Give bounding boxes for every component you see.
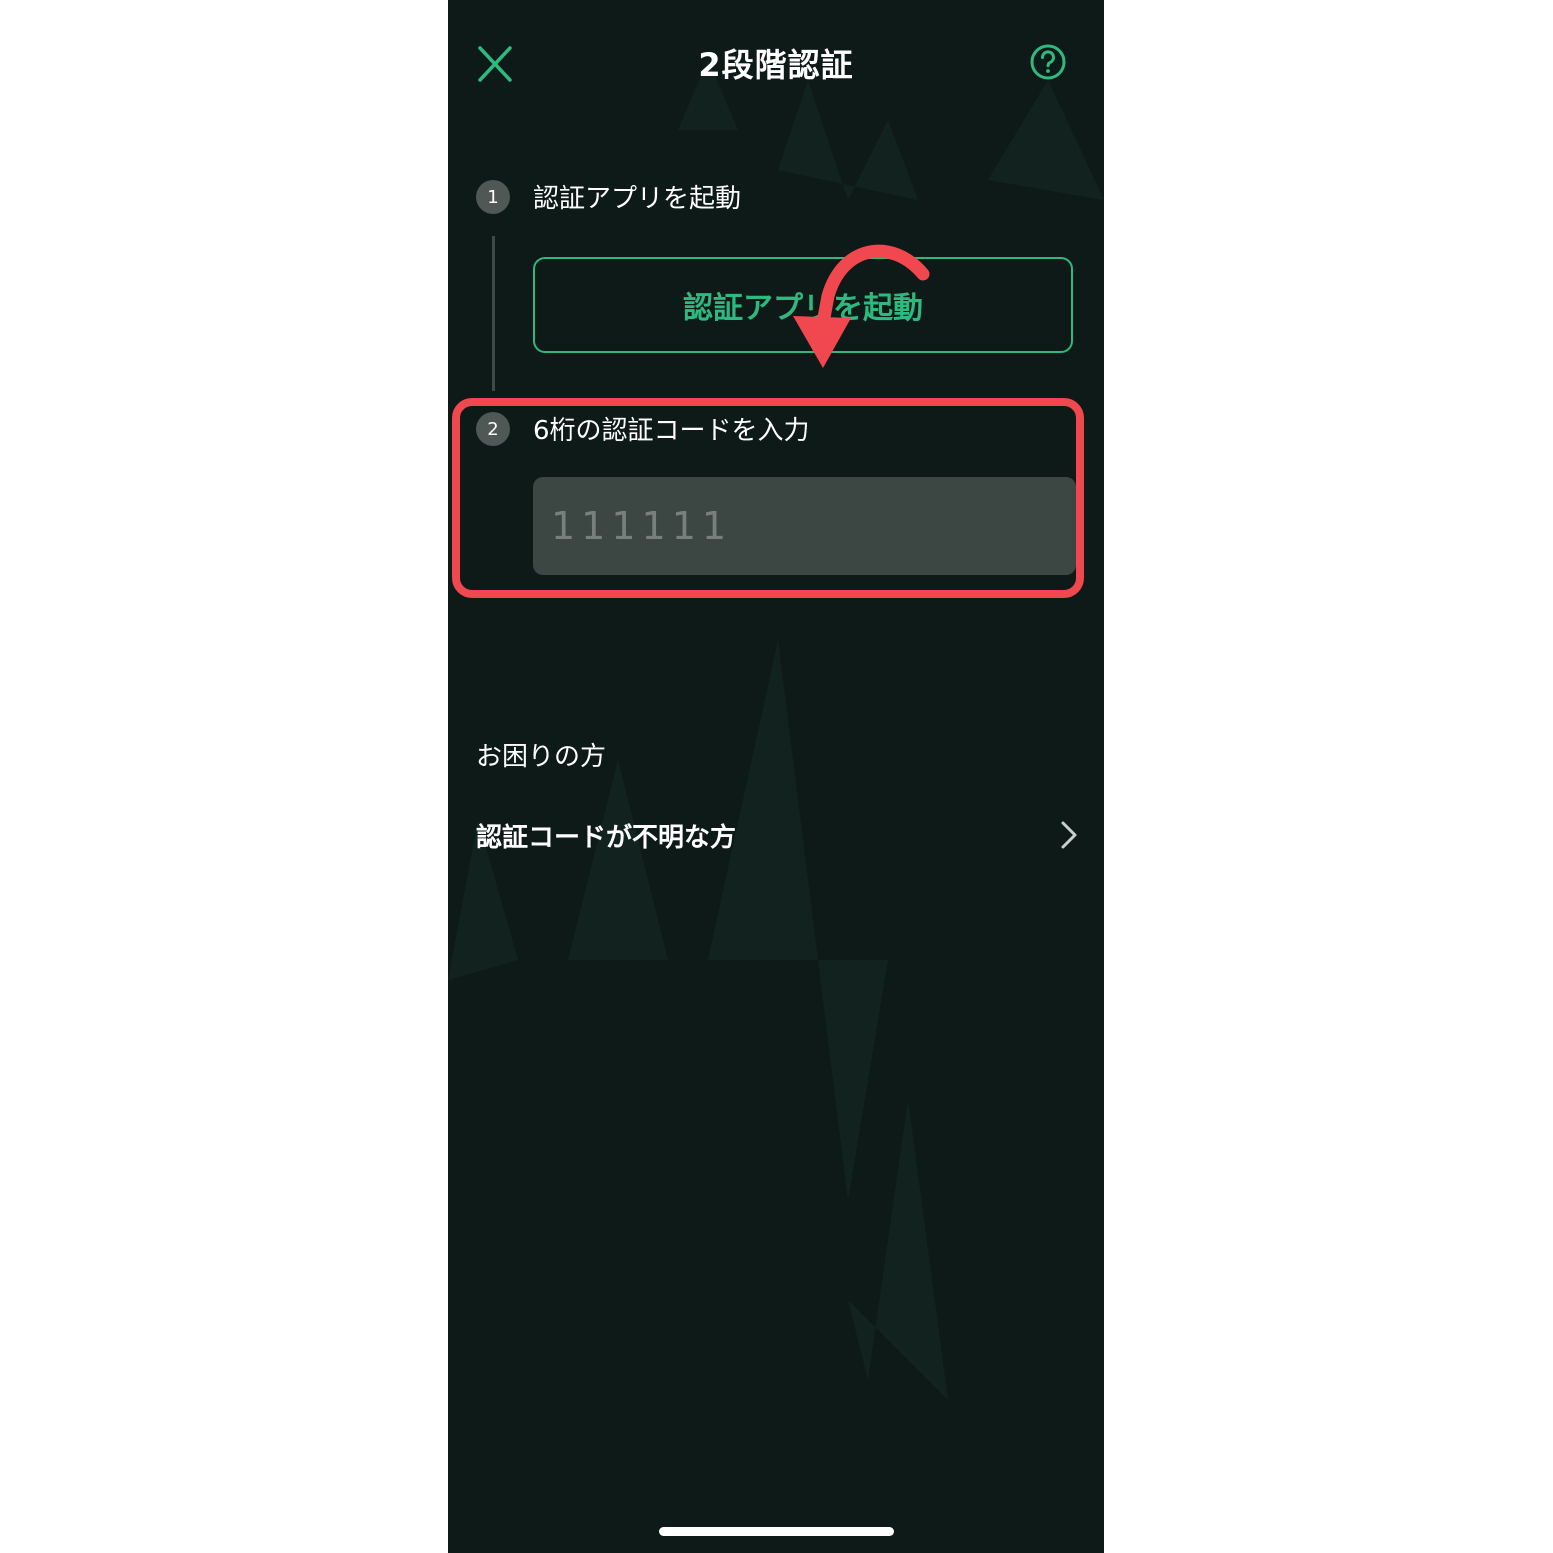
launch-auth-app-button[interactable]: 認証アプリを起動 [533, 257, 1073, 353]
unknown-code-link-label: 認証コードが不明な方 [476, 822, 737, 853]
step-2-number: 2 [476, 412, 510, 446]
step-1-number: 1 [476, 180, 510, 214]
header: 2段階認証 [448, 0, 1104, 130]
chevron-right-icon [1061, 821, 1077, 849]
help-heading: お困りの方 [476, 742, 607, 772]
step-connector-line [492, 236, 495, 391]
page-title: 2段階認証 [698, 46, 854, 84]
auth-code-input[interactable] [533, 477, 1076, 575]
unknown-code-link[interactable]: 認証コードが不明な方 [476, 800, 1080, 870]
step-2-label: 6桁の認証コードを入力 [533, 416, 810, 446]
background-pattern [448, 60, 1104, 1400]
help-circle-icon [1030, 44, 1066, 80]
help-button[interactable] [1028, 42, 1068, 82]
phone-screen: 2段階認証 1 認証アプリを起動 認証アプリを起動 2 6桁の認証コードを入力 … [448, 0, 1104, 1553]
step-1-label: 認証アプリを起動 [533, 184, 742, 214]
home-indicator[interactable] [659, 1527, 894, 1536]
